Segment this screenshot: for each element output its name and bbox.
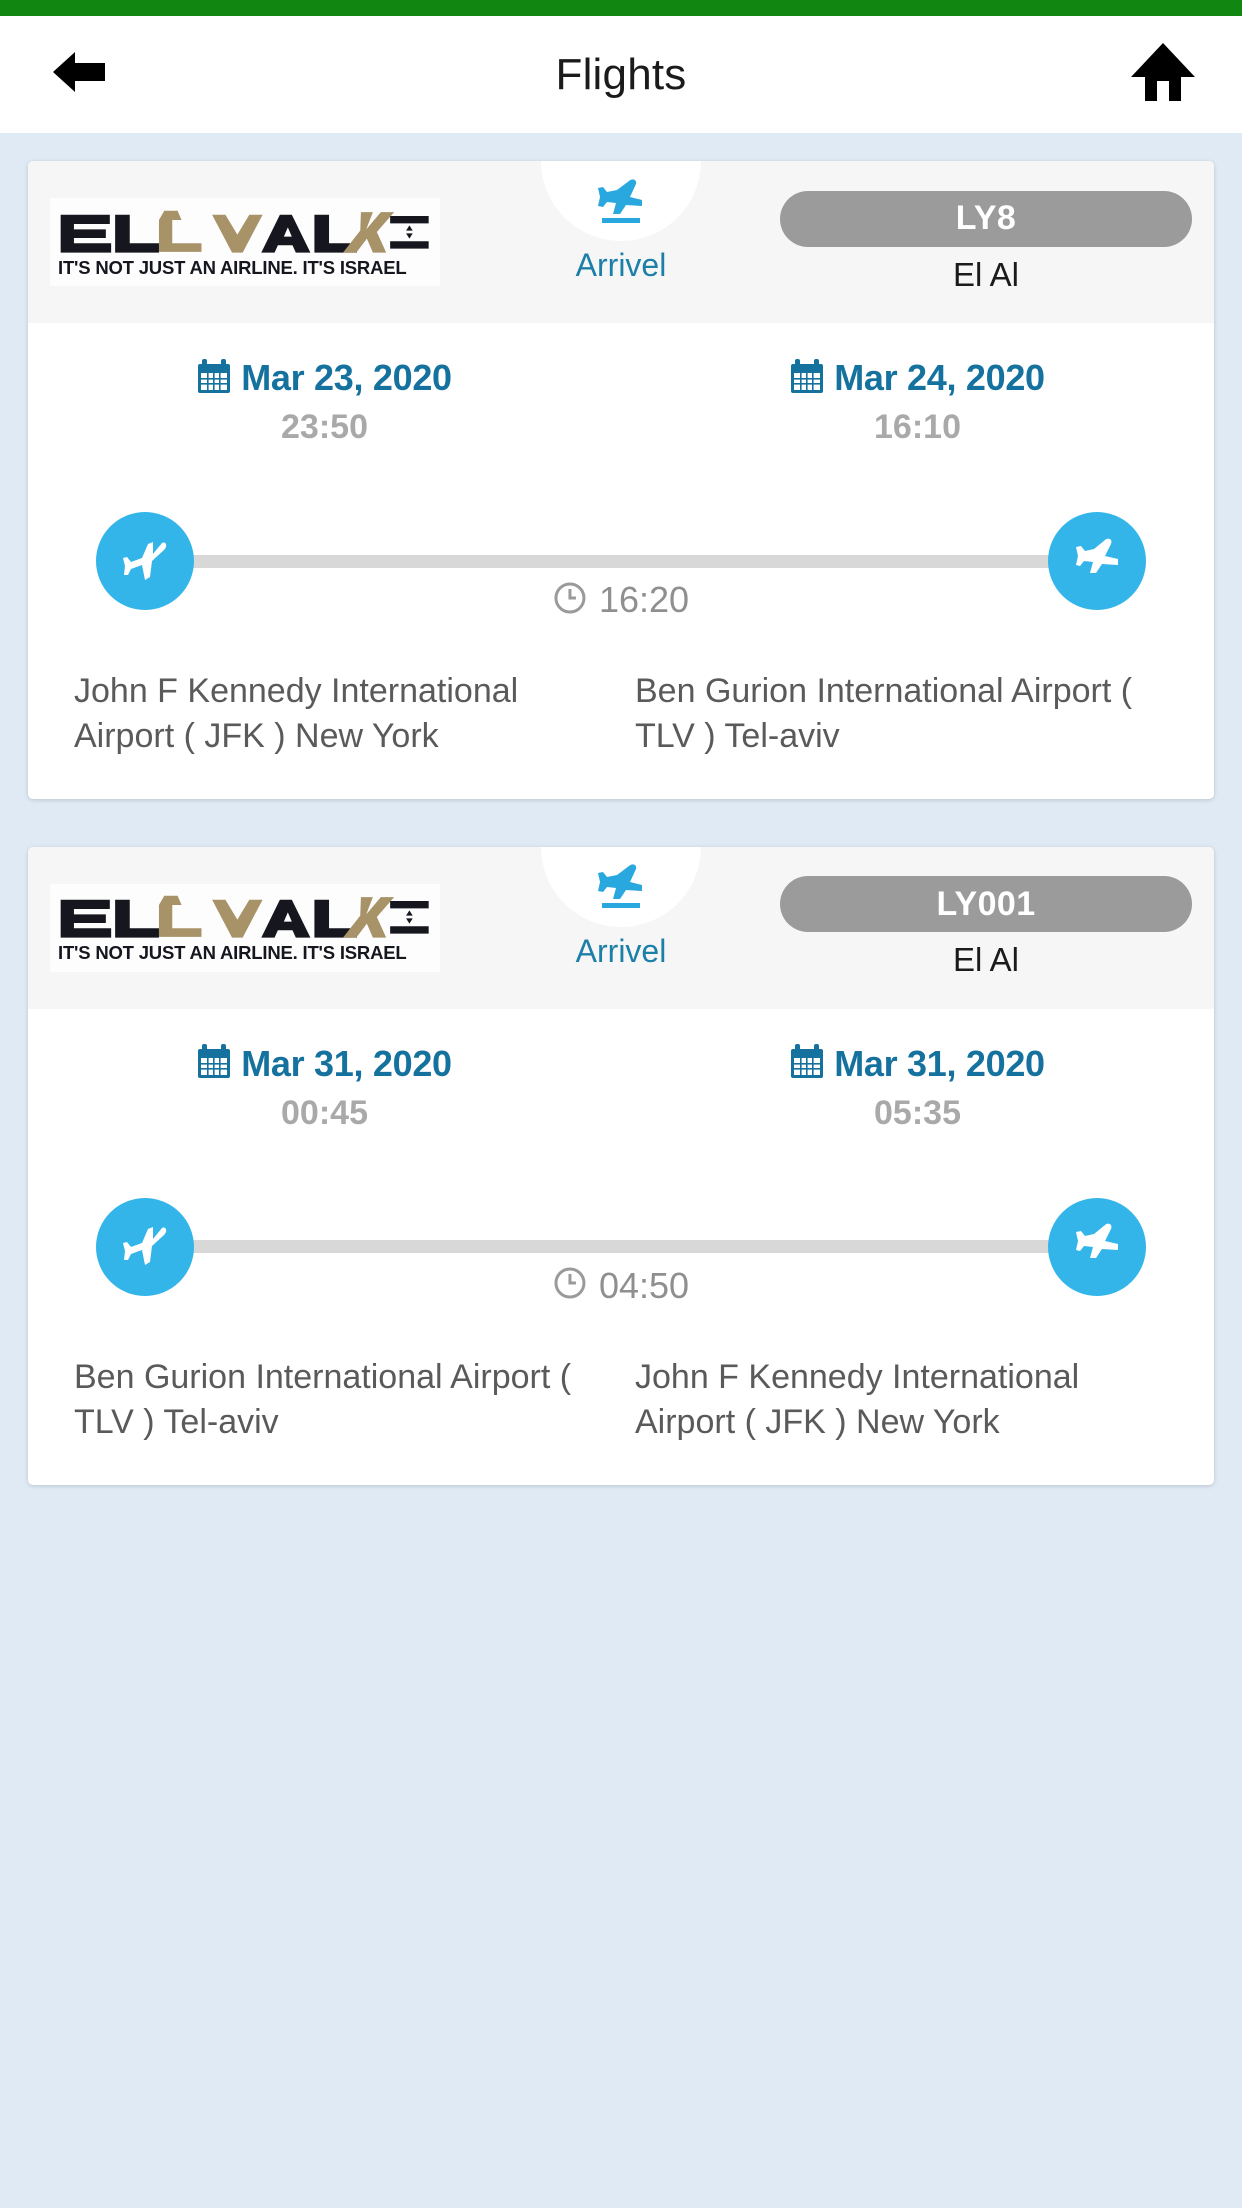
arrival-datetime: Mar 24, 2020 16:10 (621, 357, 1214, 447)
flights-list: IT'S NOT JUST AN AIRLINE. IT'S ISRAEL Ar… (0, 133, 1242, 1485)
airline-tagline: IT'S NOT JUST AN AIRLINE. IT'S ISRAEL (58, 256, 407, 278)
plane-landing-icon (596, 863, 646, 914)
calendar-icon (197, 358, 231, 399)
airline-logo: IT'S NOT JUST AN AIRLINE. IT'S ISRAEL (50, 198, 440, 286)
home-button[interactable] (1126, 38, 1200, 112)
flight-card[interactable]: IT'S NOT JUST AN AIRLINE. IT'S ISRAEL Ar… (28, 846, 1214, 1485)
page-title: Flights (555, 49, 687, 99)
airline-logo: IT'S NOT JUST AN AIRLINE. IT'S ISRAEL (50, 883, 440, 972)
arrival-date: Mar 31, 2020 (834, 1042, 1045, 1084)
arrival-datetime: Mar 31, 2020 05:35 (621, 1043, 1214, 1133)
flight-card-header: IT'S NOT JUST AN AIRLINE. IT'S ISRAEL Ar… (28, 846, 1214, 1009)
flight-number-badge: LY001 (780, 876, 1192, 933)
arrival-airport: John F Kennedy International Airport ( J… (635, 1357, 1080, 1441)
flight-status-label: Arrivel (575, 247, 667, 283)
flight-dates-row: Mar 31, 2020 00:45 Mar 31, 2020 05:35 (28, 1009, 1214, 1133)
clock-icon (553, 1266, 587, 1305)
flight-meta: LY8 El Al (780, 190, 1192, 294)
flight-airports-row: Ben Gurion International Airport ( TLV )… (28, 1355, 1214, 1445)
arrival-time: 16:10 (874, 408, 961, 446)
arrival-marker (1048, 1197, 1146, 1296)
flight-card[interactable]: IT'S NOT JUST AN AIRLINE. IT'S ISRAEL Ar… (28, 161, 1214, 799)
elal-logo-icon (60, 210, 429, 253)
departure-date: Mar 31, 2020 (241, 1042, 452, 1084)
duration-text: 16:20 (598, 579, 690, 620)
elal-logo-icon (60, 895, 429, 938)
plane-arrival-icon (1074, 1222, 1120, 1271)
flight-status-label: Arrivel (575, 932, 667, 969)
flight-card-body: Mar 23, 2020 23:50 Mar 24, 2020 16:10 16… (28, 323, 1214, 799)
flight-duration: 04:50 (553, 1265, 689, 1307)
plane-arrival-icon (1074, 537, 1120, 586)
arrival-date: Mar 24, 2020 (834, 357, 1045, 398)
arrival-airport: Ben Gurion International Airport ( TLV )… (635, 672, 1133, 755)
clock-icon (553, 581, 587, 620)
status-notch (541, 161, 701, 241)
arrival-marker (1048, 512, 1146, 610)
duration-text: 04:50 (598, 1264, 690, 1306)
departure-marker (96, 1197, 194, 1296)
back-button[interactable] (42, 38, 116, 112)
app-header: Flights (0, 16, 1242, 133)
flight-route-row: 04:50 (28, 1147, 1214, 1347)
back-arrow-icon (51, 46, 107, 103)
flight-status-block: Arrivel (541, 161, 701, 323)
departure-datetime: Mar 23, 2020 23:50 (28, 357, 621, 447)
departure-time: 00:45 (281, 1093, 368, 1132)
flight-status-block: Arrivel (541, 846, 701, 1009)
status-notch (541, 846, 701, 927)
flight-number-badge: LY8 (780, 190, 1192, 247)
flight-airports-row: John F Kennedy International Airport ( J… (28, 669, 1214, 759)
route-line (188, 554, 1054, 568)
airline-name: El Al (952, 941, 1020, 979)
arrival-time: 05:35 (874, 1093, 961, 1132)
flight-meta: LY001 El Al (780, 876, 1192, 979)
departure-marker (96, 512, 194, 610)
airline-name: El Al (952, 255, 1020, 293)
departure-airport: Ben Gurion International Airport ( TLV )… (74, 1357, 572, 1441)
route-line (188, 1240, 1054, 1254)
flight-dates-row: Mar 23, 2020 23:50 Mar 24, 2020 16:10 (28, 323, 1214, 447)
plane-landing-icon (596, 178, 646, 229)
plane-departure-icon (122, 537, 168, 586)
departure-date: Mar 23, 2020 (241, 357, 452, 398)
status-bar (0, 0, 1242, 16)
flight-duration: 16:20 (553, 579, 689, 621)
departure-datetime: Mar 31, 2020 00:45 (28, 1043, 621, 1133)
flight-route-row: 16:20 (28, 461, 1214, 661)
flight-card-body: Mar 31, 2020 00:45 Mar 31, 2020 05:35 04… (28, 1009, 1214, 1485)
departure-airport: John F Kennedy International Airport ( J… (74, 672, 519, 755)
airline-tagline: IT'S NOT JUST AN AIRLINE. IT'S ISRAEL (58, 942, 407, 964)
departure-time: 23:50 (281, 408, 368, 446)
calendar-icon (790, 1043, 824, 1084)
calendar-icon (197, 1043, 231, 1084)
home-icon (1129, 41, 1197, 108)
plane-departure-icon (122, 1222, 168, 1271)
calendar-icon (790, 358, 824, 399)
flight-card-header: IT'S NOT JUST AN AIRLINE. IT'S ISRAEL Ar… (28, 161, 1214, 323)
